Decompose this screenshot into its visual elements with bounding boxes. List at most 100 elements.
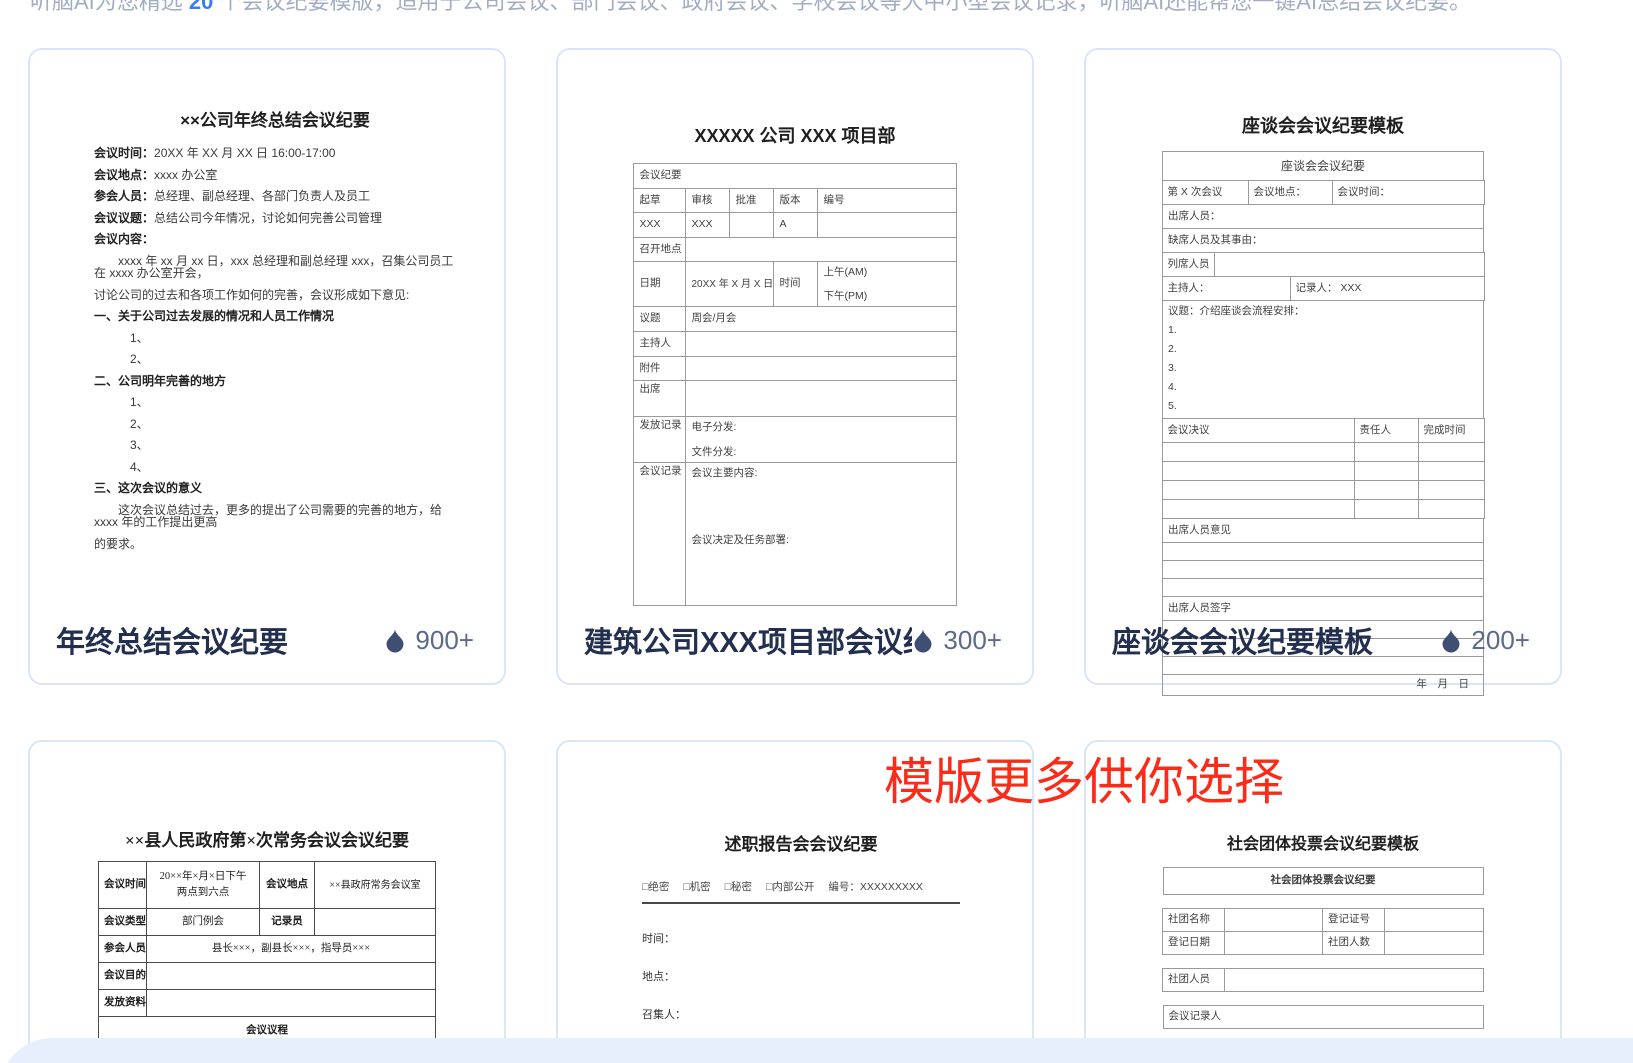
- doc-title: 座谈会会议纪要模板: [1242, 116, 1404, 136]
- cell: 登记证号: [1322, 908, 1385, 932]
- cell: 会议地点: [266, 879, 308, 891]
- doc-table: 社会团体投票会议纪要: [1162, 867, 1484, 895]
- cell: 列席人员: [1161, 252, 1215, 277]
- cell: 会议主要内容:: [691, 466, 758, 479]
- cell: 议题: [633, 306, 687, 332]
- template-card-year-end-summary[interactable]: ××公司年终总结会议纪要 会议时间：20XX 年 XX 月 XX 日 16:00…: [28, 48, 506, 685]
- cell: 两点到六点: [176, 887, 230, 898]
- cell: 5.: [1168, 400, 1177, 412]
- cell: ××县政府常务会议室: [314, 861, 436, 909]
- cell: XXX: [633, 212, 687, 238]
- cell: 座谈会会议纪要: [1162, 151, 1484, 181]
- doc-table: 座谈会会议纪要: [1162, 151, 1484, 181]
- field-line: 召集人：: [642, 1009, 686, 1021]
- cell: 社团人员: [1162, 968, 1225, 992]
- template-card-construction-project[interactable]: XXXXX 公司 XXX 项目部 会议纪要 起草 审核 批准 版本 编号 XXX XX…: [556, 48, 1034, 685]
- doc-table: 列席人员: [1161, 252, 1485, 277]
- cell: 会议决议: [1161, 418, 1355, 443]
- cell: 出席: [633, 380, 687, 417]
- cell: 附件: [633, 356, 687, 381]
- cell: 电子分发:: [691, 421, 737, 433]
- field-line: 地点：: [642, 971, 675, 983]
- doc-title: ××县人民政府第×次常务会议会议纪要: [124, 831, 410, 850]
- cell: 会议记录人: [1162, 1005, 1484, 1029]
- cell: XXX: [685, 212, 731, 238]
- cell: 出席人员意见: [1162, 518, 1484, 543]
- doc-list-item: 1、: [130, 395, 149, 409]
- doc-list-item: 1、: [130, 330, 149, 345]
- field-line: 会议时间：20XX 年 XX 月 XX 日 16:00-17:00: [94, 146, 336, 160]
- doc-list-item: 2、: [130, 352, 149, 366]
- cell: 社团名称: [1162, 908, 1225, 932]
- cell: 发放资料: [104, 997, 146, 1009]
- cell: 会议地点：: [1247, 180, 1333, 205]
- cell: 2.: [1168, 343, 1177, 355]
- cell: 记录员: [271, 916, 303, 928]
- doc-table: 第 X 次会议 会议地点： 会议时间：: [1161, 180, 1485, 205]
- popularity-stat: 900+: [384, 625, 474, 656]
- cell: 缺席人员及其事由：: [1162, 228, 1484, 253]
- doc-paragraph: xxxx 年 xx 月 xx 日，xxx 总经理和副总经理 xxx，召集公司员工…: [94, 253, 454, 280]
- doc-code: 编号：XXXXXXXXX: [828, 881, 923, 893]
- cell: 会议记录: [633, 461, 687, 606]
- cell: 完成时间: [1417, 418, 1485, 443]
- cell: 会议目的: [104, 970, 146, 982]
- intro-text: 听脑AI为您精选 20 个会议纪要模版，适用于公司会议、部门会议、政府会议、学校…: [30, 0, 1471, 17]
- template-card-government-executive[interactable]: ××县人民政府第×次常务会议会议纪要 会议时间 20××年×月×日下午 两点到六点…: [28, 740, 506, 1063]
- checkbox-label: □秘密: [724, 881, 753, 893]
- cell: 社会团体投票会议纪要: [1162, 867, 1484, 895]
- cell: 编号: [817, 188, 957, 213]
- cell: 年 月 日: [1162, 674, 1484, 696]
- flame-icon: [384, 627, 406, 653]
- doc-preview: 述职报告会会议纪要 □绝密 □机密 □秘密 □内部公开 编号：XXXXXXXXX…: [642, 830, 960, 1063]
- cell: 会议纪要: [633, 163, 957, 189]
- card-title: 建筑公司XXX项目部会议纪...: [584, 627, 912, 659]
- checkbox-label: □内部公开: [766, 881, 815, 893]
- cell: 20××年×月×日下午: [159, 871, 247, 883]
- card-footer: 年终总结会议纪要 900+: [56, 619, 474, 661]
- field-line: 会议议题：总结公司今年情况，讨论如何完善公司管理: [94, 210, 383, 225]
- cell: 周会/月会: [685, 306, 957, 332]
- promo-overlay-text: 模版更多供你选择: [884, 754, 1284, 810]
- doc-list-item: 3、: [130, 438, 149, 452]
- popularity-count: 300+: [943, 624, 1002, 655]
- doc-paragraph: 这次会议总结过去，更多的提出了公司需要的完善的地方，给 xxxx 年的工作提出更…: [94, 502, 443, 529]
- doc-section-heading: 三、这次会议的意义: [94, 481, 203, 495]
- bottom-panel: [0, 1038, 1633, 1063]
- cell: 参会人员: [104, 943, 146, 955]
- card-title: 座谈会会议纪要模板: [1112, 627, 1374, 659]
- intro-prefix: 听脑AI为您精选: [30, 0, 189, 14]
- field-line: 会议地点：xxxx 办公室: [94, 167, 218, 182]
- cell: 县长×××，副县长×××，指导员×××: [146, 935, 436, 963]
- cell: 部门例会: [146, 908, 260, 936]
- cell: 议题：介绍座谈会流程安排：: [1168, 305, 1305, 317]
- cell: 会议决定及任务部署:: [691, 534, 789, 547]
- cell: 日期: [633, 261, 687, 307]
- doc-table: 会议记录人: [1162, 1005, 1484, 1029]
- checkbox-label: □绝密: [642, 881, 670, 893]
- intro-suffix: 个会议纪要模版，适用于公司会议、部门会议、政府会议、学校会议等大中小型会议记录，…: [213, 0, 1472, 14]
- popularity-count: 900+: [415, 624, 474, 655]
- cell: 第 X 次会议: [1161, 180, 1249, 205]
- doc-table: 会议时间 20××年×月×日下午 两点到六点 会议地点 ××县政府常务会议室 会议…: [98, 861, 436, 1046]
- template-card-symposium[interactable]: 座谈会会议纪要模板 座谈会会议纪要 第 X 次会议 会议地点： 会议时间： 出席人员…: [1084, 48, 1562, 696]
- cell: 出席人员签字: [1162, 596, 1484, 621]
- doc-section-heading: 一、关于公司过去发展的情况和人员工作情况: [94, 309, 335, 323]
- cell: 发放记录: [633, 416, 687, 463]
- flame-icon: [912, 627, 934, 653]
- cell: 20XX 年 X 月 X 日: [685, 261, 775, 307]
- doc-table: 出席人员： 缺席人员及其事由：: [1162, 204, 1484, 253]
- cell: 时间: [773, 261, 819, 307]
- doc-table: 主持人： 记录人： XXX: [1161, 276, 1485, 301]
- cell: 版本: [773, 188, 819, 213]
- popularity-count: 200+: [1471, 624, 1530, 655]
- flame-icon: [1440, 627, 1462, 653]
- cell: 起草: [633, 188, 687, 213]
- doc-table: 社团名称 登记证号 登记日期 社团人数: [1162, 908, 1484, 955]
- cell: 社团人数: [1322, 931, 1385, 955]
- intro-count-highlight: 20: [188, 0, 214, 14]
- cell: 审核: [685, 188, 731, 213]
- cell: 主持人：: [1161, 276, 1291, 301]
- field-line: 参会人员：总经理、副总经理、各部门负责人及员工: [94, 189, 371, 203]
- doc-table: 会议决议 责任人 完成时间: [1161, 418, 1485, 519]
